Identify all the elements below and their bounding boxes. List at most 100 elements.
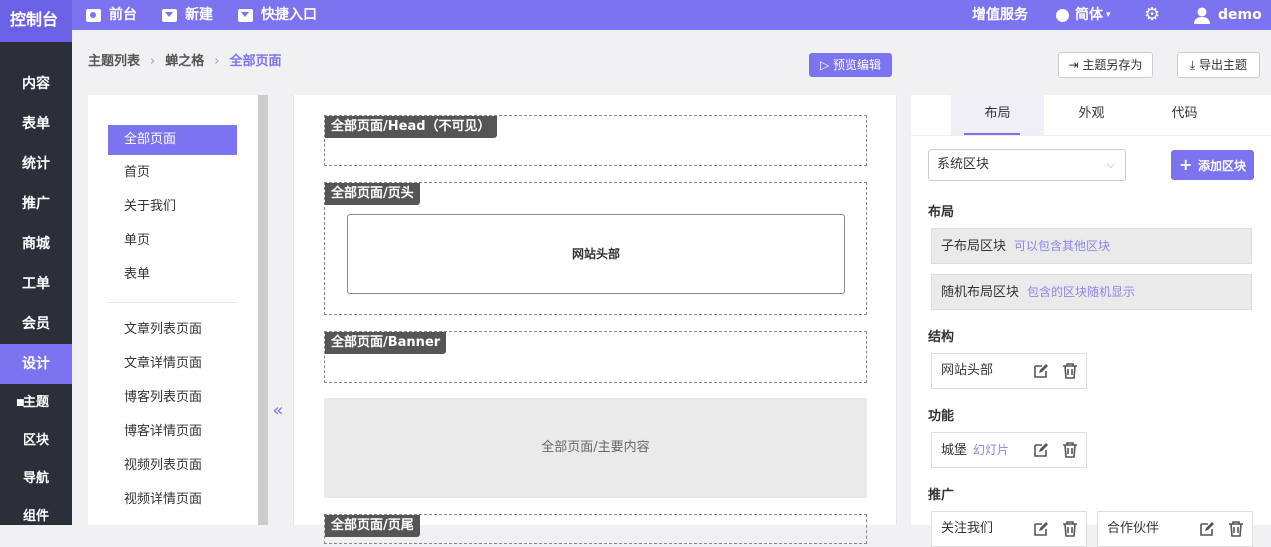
breadcrumb: 主题列表 › 蝉之格 › 全部页面 [88,52,281,72]
page-item-video-list[interactable]: 视频列表页面 [108,451,237,481]
zone-label: 全部页面/Head（不可见） [325,116,497,138]
edit-icon[interactable] [1199,521,1215,537]
add-block-button[interactable]: + 添加区块 [1171,150,1254,180]
sidebar-sub-components[interactable]: 组件 [0,498,72,536]
page-item-all[interactable]: 全部页面 [108,125,237,155]
section-title-structure: 结构 [928,330,955,345]
block-site-header-item[interactable]: 网站头部 [931,353,1087,389]
block-type-value: 系统区块 [937,157,990,172]
scrollbar[interactable] [258,95,268,525]
dropdown-icon [238,8,253,22]
block-sub-layout[interactable]: 子布局区块 可以包含其他区块 [931,228,1252,264]
plus-icon: + [1179,155,1198,174]
trash-icon[interactable] [1062,442,1078,458]
zone-head[interactable]: 全部页面/Head（不可见） [324,115,867,166]
page-item-article-list[interactable]: 文章列表页面 [108,315,237,345]
sidebar: 内容 表单 统计 推广 商城 工单 会员 设计 ■ 主题 区块 导航 组件 [0,42,72,525]
breadcrumb-theme[interactable]: 蝉之格 [165,52,204,72]
sidebar-item-stats[interactable]: 统计 [0,144,72,184]
sidebar-item-mall[interactable]: 商城 [0,224,72,264]
nav-frontend-label: 前台 [109,7,137,23]
sidebar-sub-blocks[interactable]: 区块 [0,422,72,460]
value-added-link[interactable]: 增值服务 [972,0,1028,30]
collapse-icon[interactable]: « [268,400,288,436]
sidebar-sub-nav[interactable]: 导航 [0,460,72,498]
gear-icon[interactable]: ⚙ [1144,0,1160,30]
block-name: 子布局区块 [941,239,1007,254]
language-select[interactable]: 简体 ▾ [1056,0,1111,30]
block-random-layout[interactable]: 随机布局区块 包含的区块随机显示 [931,274,1252,310]
page-item-about[interactable]: 关于我们 [108,192,237,222]
caret-down-icon: ▾ [1106,10,1111,20]
trash-icon[interactable] [1062,521,1078,537]
divider [911,135,1271,136]
block-name: 合作伙伴 [1107,521,1160,536]
tab-layout[interactable]: 布局 [951,95,1044,135]
page-list: 全部页面 首页 关于我们 单页 表单 文章列表页面 文章详情页面 博客列表页面 … [88,95,258,525]
block-partners-item[interactable]: 合作伙伴 [1097,511,1253,547]
chevron-right-icon: › [214,54,220,69]
block-follow-us-item[interactable]: 关注我们 [931,511,1087,547]
preview-edit-button[interactable]: ▷ 预览编辑 [809,53,892,77]
zone-main-content[interactable]: 全部页面/主要内容 [324,398,867,498]
edit-icon[interactable] [1033,363,1049,379]
block-desc: 可以包含其他区块 [1014,239,1111,253]
export-icon: ⇥ [1068,58,1083,72]
block-type-select[interactable]: 系统区块 ⌵ [928,149,1126,181]
edit-icon[interactable] [1033,521,1049,537]
sidebar-item-design[interactable]: 设计 [0,344,72,384]
block-name: 城堡 [941,443,968,458]
nav-frontend[interactable]: 前台 [86,0,137,30]
breadcrumb-current: 全部页面 [229,54,282,69]
language-label: 简体 [1075,7,1103,23]
nav-new[interactable]: 新建 [162,0,213,30]
tab-appearance[interactable]: 外观 [1045,95,1138,135]
page-item-blog-list[interactable]: 博客列表页面 [108,383,237,413]
zone-label: 全部页面/页尾 [325,515,420,537]
trash-icon[interactable] [1228,521,1244,537]
block-site-header[interactable]: 网站头部 [347,214,845,294]
trash-icon[interactable] [1062,363,1078,379]
sidebar-item-forms[interactable]: 表单 [0,104,72,144]
user-menu[interactable]: demo [1193,0,1262,30]
download-icon: ⤓ [1189,58,1200,72]
edit-icon[interactable] [1033,442,1049,458]
active-dot: ■ [16,398,25,408]
block-desc: 包含的区块随机显示 [1027,285,1136,299]
nav-shortcuts-label: 快捷入口 [261,7,317,23]
block-desc: 幻灯片 [973,443,1010,457]
add-block-label: 添加区块 [1197,159,1246,173]
tab-code[interactable]: 代码 [1138,95,1231,135]
top-bar: 前台 新建 快捷入口 增值服务 简体 ▾ ⚙ demo [0,0,1271,30]
save-as-label: 主题另存为 [1082,58,1143,72]
globe-icon [1056,8,1069,22]
nav-shortcuts[interactable]: 快捷入口 [238,0,317,30]
user-icon [1194,7,1210,24]
sidebar-item-tickets[interactable]: 工单 [0,264,72,304]
nav-new-label: 新建 [185,7,213,23]
export-theme-button[interactable]: ⤓ 导出主题 [1177,52,1260,78]
page-item-blog-detail[interactable]: 博客详情页面 [108,417,237,447]
sidebar-item-content[interactable]: 内容 [0,64,72,104]
sidebar-item-members[interactable]: 会员 [0,304,72,344]
page-item-single[interactable]: 单页 [108,226,237,256]
monitor-icon [86,8,101,22]
logo[interactable]: 控制台 [0,0,72,42]
section-title-layout: 布局 [928,205,955,220]
block-name: 随机布局区块 [941,285,1020,300]
layout-canvas: 全部页面/Head（不可见） 全部页面/页头 网站头部 全部页面/Banner … [293,95,897,544]
sidebar-sub-theme[interactable]: ■ 主题 [0,384,72,422]
zone-footer[interactable]: 全部页面/页尾 [324,514,867,544]
zone-header[interactable]: 全部页面/页头 网站头部 [324,182,867,315]
page-item-article-detail[interactable]: 文章详情页面 [108,349,237,379]
page-item-video-detail[interactable]: 视频详情页面 [108,485,237,515]
sidebar-item-promo[interactable]: 推广 [0,184,72,224]
block-castle-item[interactable]: 城堡 幻灯片 [931,432,1087,468]
export-theme-label: 导出主题 [1199,58,1248,72]
page-item-form[interactable]: 表单 [108,260,237,290]
page-item-home[interactable]: 首页 [108,158,237,188]
breadcrumb-theme-list[interactable]: 主题列表 [88,52,140,72]
preview-edit-label: 预览编辑 [833,58,882,72]
save-as-button[interactable]: ⇥ 主题另存为 [1058,52,1153,78]
zone-banner[interactable]: 全部页面/Banner [324,331,867,383]
